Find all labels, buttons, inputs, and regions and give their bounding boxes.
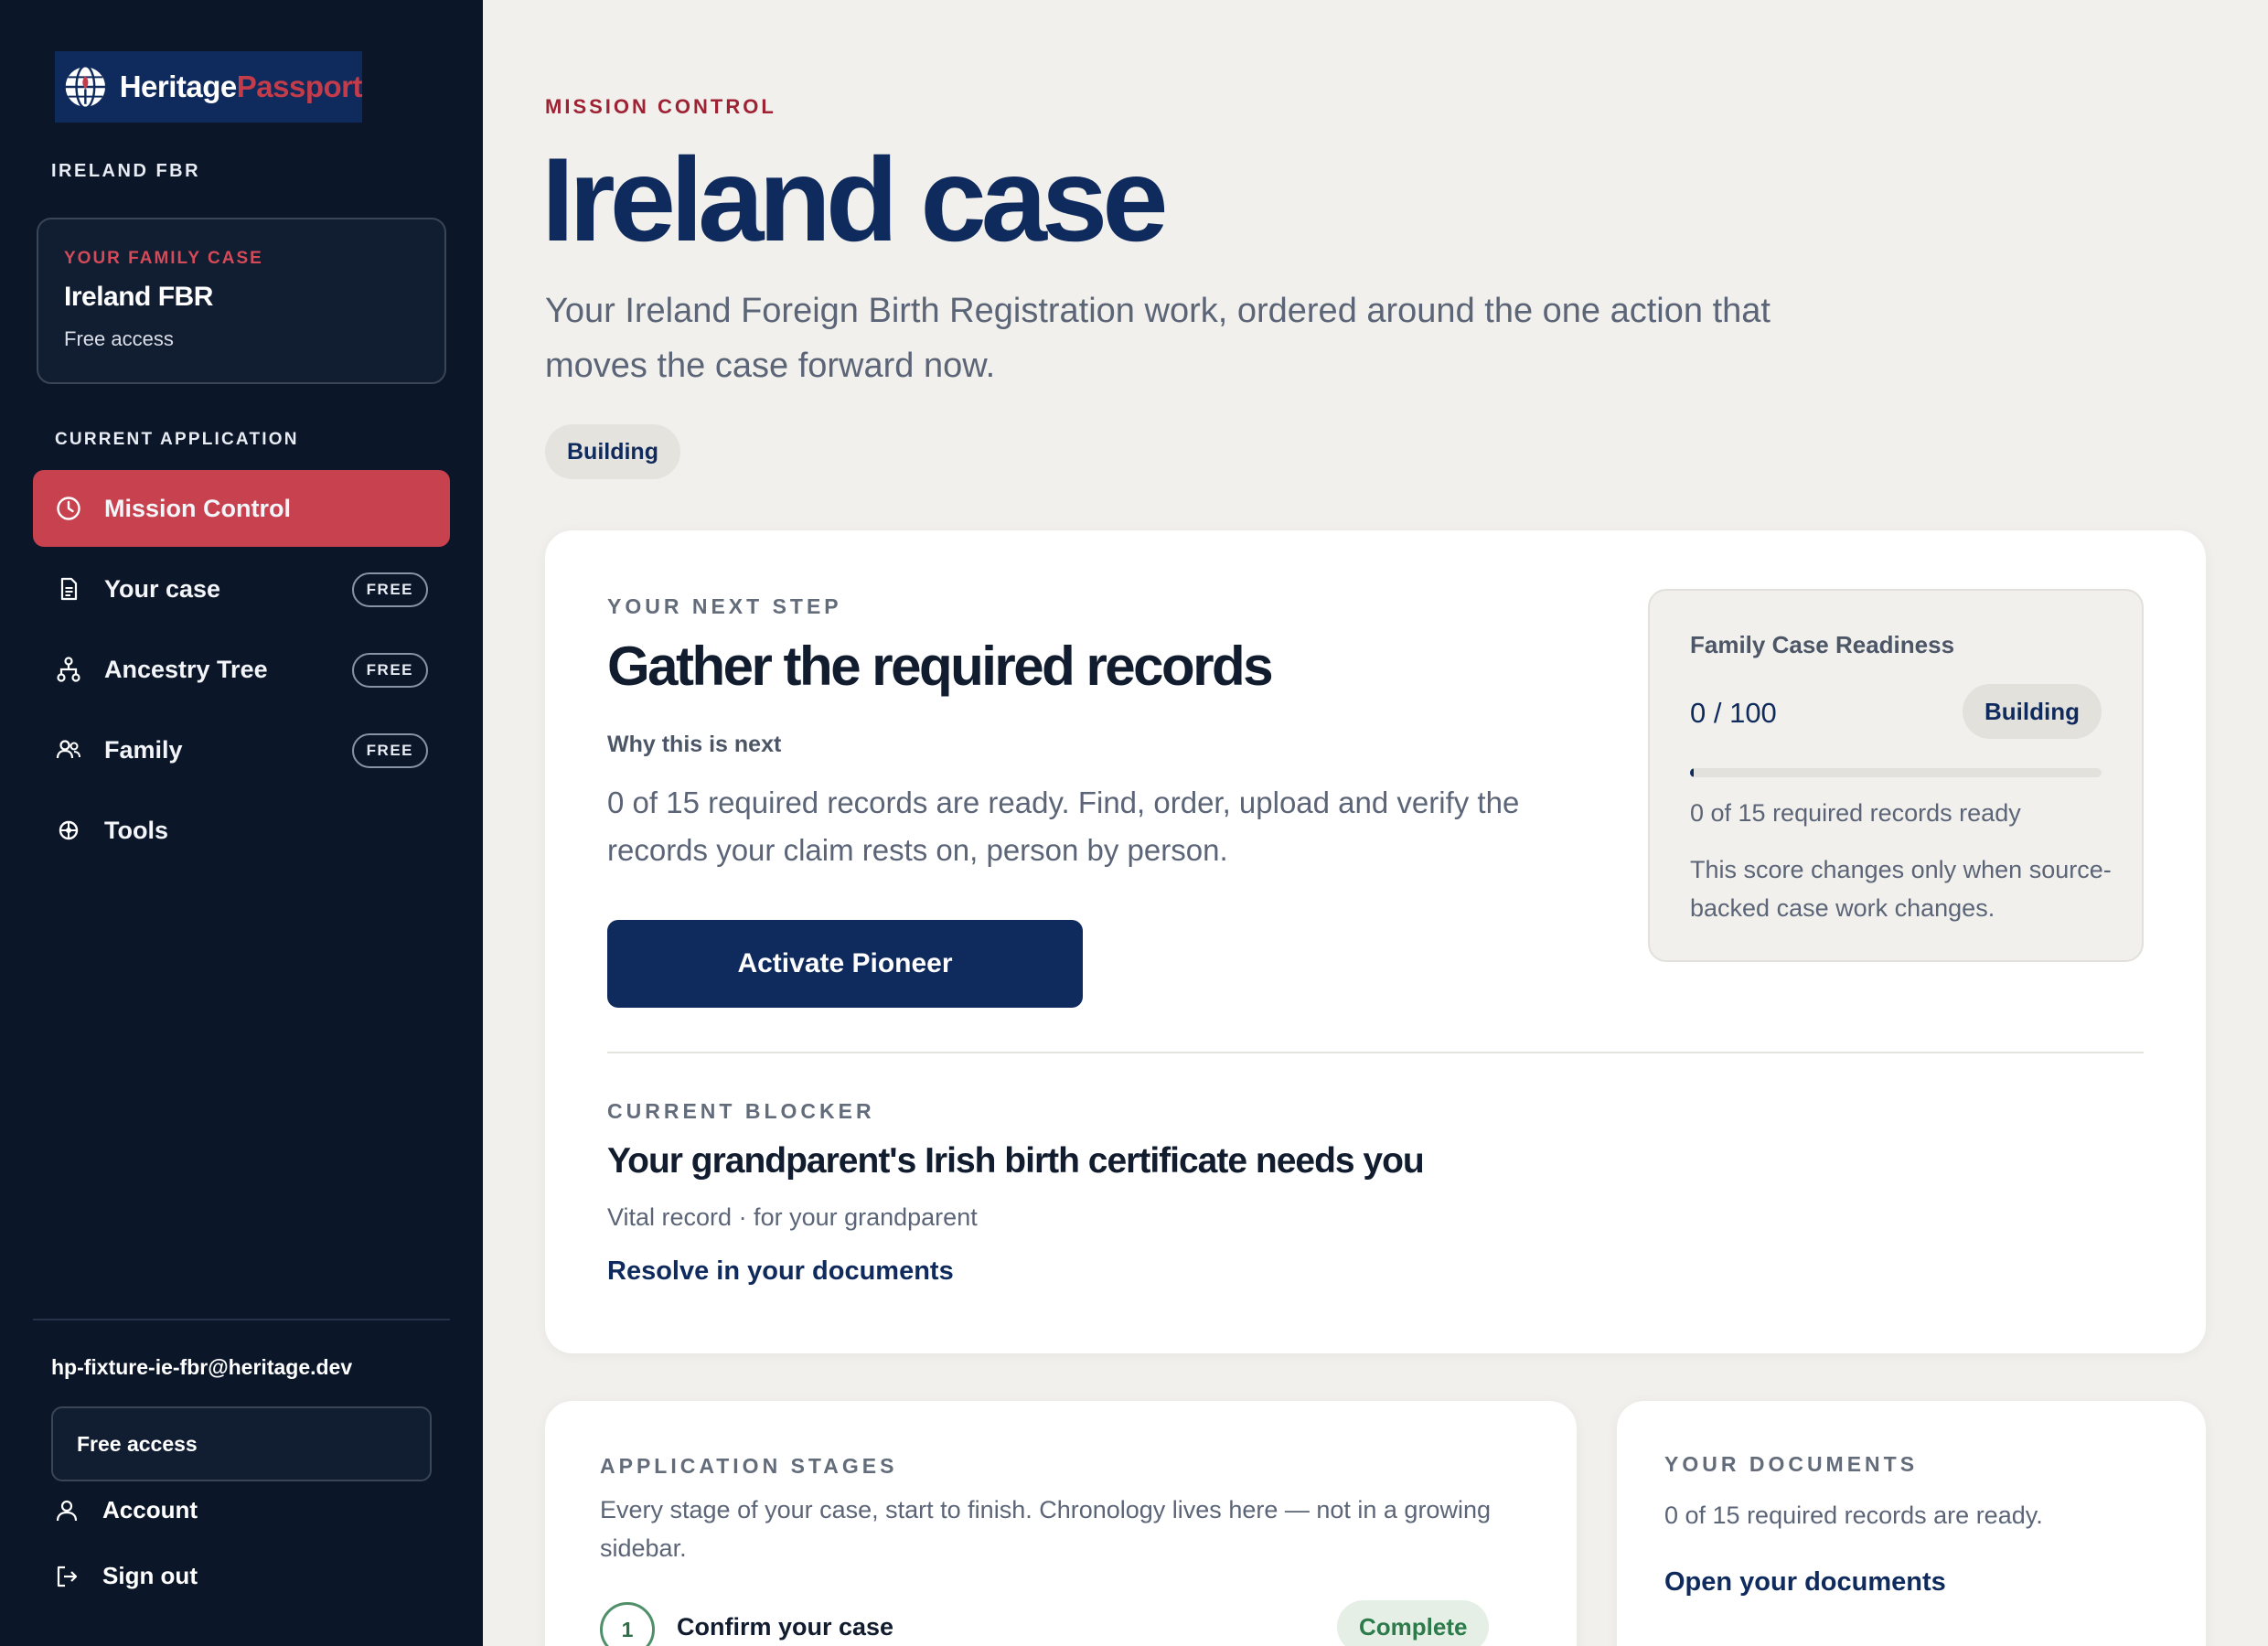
user-email: hp-fixture-ie-fbr@heritage.dev [51, 1355, 353, 1379]
readiness-progress-fill [1690, 768, 1694, 777]
sidebar-item-label: Tools [104, 816, 168, 844]
sidebar-item-mission-control[interactable]: Mission Control [33, 470, 450, 547]
country-label: IRELAND FBR [51, 161, 201, 181]
blocker-meta: Vital record · for your grandparent [607, 1203, 978, 1231]
readiness-progress-bar [1690, 768, 2102, 777]
account-label: Account [102, 1496, 198, 1523]
why-label: Why this is next [607, 732, 782, 757]
next-step-title: Gather the required records [607, 636, 1274, 697]
current-application-label: CURRENT APPLICATION [55, 430, 299, 449]
family-case-card[interactable]: YOUR FAMILY CASE Ireland FBR Free access [37, 218, 446, 384]
sidebar-item-your-case[interactable]: Your case FREE [33, 550, 450, 627]
sidebar-item-family[interactable]: Family FREE [33, 711, 450, 788]
logo-wordmark: HeritagePassport [119, 69, 363, 104]
account-link[interactable]: Account [53, 1496, 198, 1524]
sidebar-item-label: Your case [104, 574, 221, 603]
clock-icon [57, 497, 80, 520]
tools-icon [59, 820, 79, 840]
sidebar-item-tools[interactable]: Tools [33, 792, 450, 869]
heritage-passport-logo[interactable]: HeritagePassport [55, 51, 363, 123]
stages-description: Every stage of your case, start to finis… [600, 1496, 1491, 1562]
readiness-title: Family Case Readiness [1690, 631, 1955, 658]
document-icon [60, 577, 78, 601]
user-icon [56, 1500, 78, 1521]
logo-word-passport: Passport [236, 69, 363, 103]
sign-out-icon [57, 1566, 78, 1587]
sidebar: HeritagePassport IRELAND FBR YOUR FAMILY… [0, 0, 483, 1646]
documents-text: 0 of 15 required records are ready. [1664, 1502, 2043, 1529]
page-eyebrow: MISSION CONTROL [545, 95, 776, 118]
sidebar-item-label: Ancestry Tree [104, 655, 268, 683]
why-text: 0 of 15 required records are ready. Find… [607, 786, 1520, 867]
readiness-panel: Family Case Readiness 0 / 100 Building 0… [1648, 589, 2144, 962]
stage-name[interactable]: Confirm your case [677, 1613, 893, 1641]
readiness-note: This score changes only when source-back… [1690, 856, 2112, 922]
resolve-documents-link[interactable]: Resolve in your documents [607, 1256, 954, 1287]
free-badge: FREE [351, 653, 428, 688]
stages-eyebrow: APPLICATION STAGES [600, 1454, 898, 1478]
case-card-subtitle: Free access [64, 327, 174, 350]
sign-out-link[interactable]: Sign out [53, 1562, 198, 1590]
case-card-title: Ireland FBR [64, 282, 213, 312]
case-status-badge: Building [545, 424, 680, 479]
tree-icon [57, 657, 80, 682]
globe-logo-icon [63, 64, 108, 110]
page-title: Ireland case [541, 133, 1169, 266]
readiness-status-badge: Building [1963, 684, 2102, 739]
blocker-title: Your grandparent's Irish birth certifica… [607, 1141, 1425, 1181]
page-description: Your Ireland Foreign Birth Registration … [545, 292, 1771, 385]
stage-status-badge: Complete [1337, 1600, 1490, 1646]
readiness-records-line: 0 of 15 required records ready [1690, 799, 2021, 827]
people-icon [56, 740, 80, 759]
sign-out-label: Sign out [102, 1562, 198, 1589]
sidebar-item-ancestry-tree[interactable]: Ancestry Tree FREE [33, 631, 450, 708]
activate-pioneer-button[interactable]: Activate Pioneer [607, 920, 1083, 1008]
sidebar-divider [33, 1319, 450, 1320]
free-badge: FREE [351, 572, 428, 607]
case-card-eyebrow: YOUR FAMILY CASE [64, 249, 263, 268]
open-documents-link[interactable]: Open your documents [1664, 1567, 1946, 1598]
documents-eyebrow: YOUR DOCUMENTS [1664, 1452, 1919, 1476]
plan-button[interactable]: Free access [51, 1406, 432, 1481]
logo-word-heritage: Heritage [119, 69, 238, 103]
readiness-score: 0 / 100 [1690, 697, 1777, 729]
free-badge: FREE [351, 733, 428, 768]
next-step-eyebrow: YOUR NEXT STEP [607, 594, 842, 618]
sidebar-item-label: Mission Control [104, 494, 291, 522]
blocker-eyebrow: CURRENT BLOCKER [607, 1099, 875, 1123]
card-divider [607, 1052, 2144, 1053]
sidebar-item-label: Family [104, 735, 183, 764]
